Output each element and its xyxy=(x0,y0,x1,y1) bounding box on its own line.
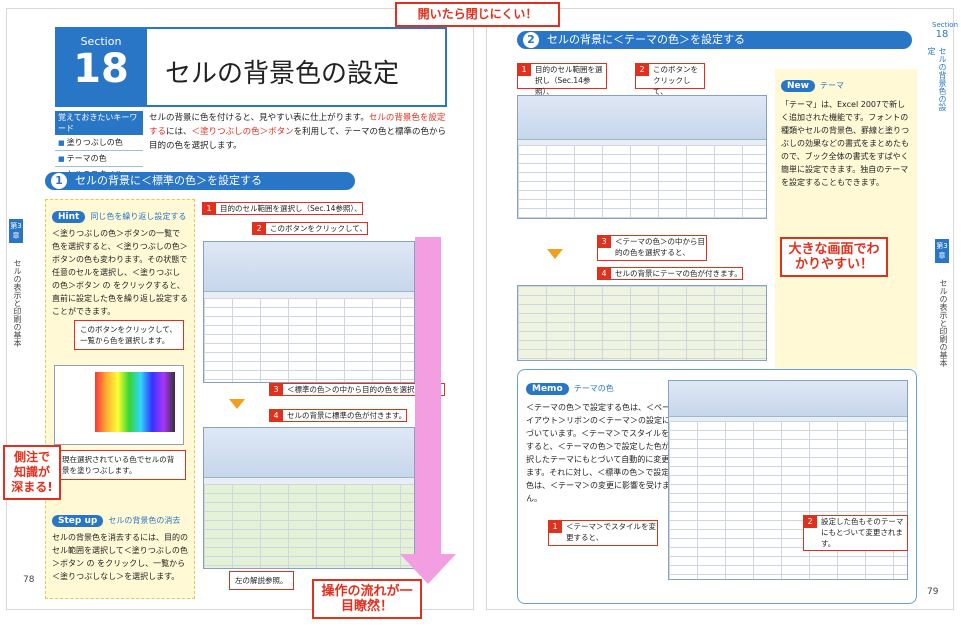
note-callout: 左の解説参照。 xyxy=(229,571,294,590)
section-number: 18 xyxy=(73,46,129,92)
heading-text: セルの背景に＜標準の色＞を設定する xyxy=(75,174,262,187)
step-text: 目的のセル範囲を選択し（Sec.14参照）、 xyxy=(220,204,362,213)
stepup-text: セルの背景色を消去するには、目的のセル範囲を選択して＜塗りつぶしの色＞ボタン の… xyxy=(52,533,188,581)
flow-arrow-icon xyxy=(229,399,245,409)
step-text: 目的のセル範囲を選択し（Sec.14参照）、 xyxy=(535,65,603,96)
step-callout: 2 設定した色もそのテーマにもとづいて変更されます。 xyxy=(803,515,908,551)
chapter-side-text: セルの表示と印刷の基本 xyxy=(13,259,22,347)
step-text: 設定した色もそのテーマにもとづいて変更されます。 xyxy=(821,517,904,548)
step-text: このボタンをクリックして、 xyxy=(653,65,698,96)
memo-panel: Memo テーマの色 ＜テーマの色＞で設定する色は、＜ページレイアウト＞リボンの… xyxy=(517,369,917,604)
chapter-side-text: セルの表示と印刷の基本 xyxy=(939,279,948,367)
side-section: Section 18 xyxy=(932,21,959,40)
step-callout: 2 このボタンをクリックして、 xyxy=(252,222,368,235)
new-text: 「テーマ」は、Excel 2007で新しく追加された機能です。フォントの種類やセ… xyxy=(781,100,910,187)
hint-panel: Hint 同じ色を繰り返し設定する ＜塗りつぶしの色＞ボタンの一覧で色を選択する… xyxy=(45,199,195,599)
step-text: ＜テーマの色＞の中から目的の色を選択すると、 xyxy=(615,237,705,257)
memo-text: ＜テーマの色＞で設定する色は、＜ページレイアウト＞リボンの＜テーマ＞の設定にもと… xyxy=(526,403,686,503)
heading-number: 1 xyxy=(51,173,67,189)
step-text: このボタンをクリックして、 xyxy=(270,224,367,233)
side-section-text: セルの背景色の設定 xyxy=(927,47,947,111)
left-page: Section 18 セルの背景色の設定 覚えておきたいキーワード 塗りつぶしの… xyxy=(3,8,474,619)
step-text: セルの背景に標準の色が付きます。 xyxy=(287,411,407,420)
excel-screenshot xyxy=(517,95,767,219)
top-banner: 開いたら閉じにくい！ xyxy=(395,2,560,27)
intro-part: には、 xyxy=(166,127,192,137)
stepup-title: セルの背景色の消去 xyxy=(108,516,181,525)
excel-screenshot xyxy=(203,241,415,383)
heading-text: セルの背景に＜テーマの色＞を設定する xyxy=(547,33,745,46)
heading-number: 2 xyxy=(523,32,539,48)
hint-callout: 現在選択されている色でセルの背景を塗りつぶします。 xyxy=(56,450,186,480)
stepup-badge: Step up xyxy=(52,515,104,527)
hint-callout: このボタンをクリックして、一覧から色を選択します。 xyxy=(74,320,184,350)
page-number: 78 xyxy=(23,575,35,585)
section-box: Section 18 xyxy=(55,27,147,107)
excel-screenshot xyxy=(203,427,415,569)
page-title: セルの背景色の設定 xyxy=(165,59,400,89)
new-badge: New xyxy=(781,80,815,92)
new-title: テーマ xyxy=(820,81,845,90)
memo-badge: Memo xyxy=(526,383,569,395)
step-callout: 4 セルの背景に標準の色が付きます。 xyxy=(269,409,408,422)
step-text: セルの背景にテーマの色が付きます。 xyxy=(615,269,742,278)
promo-side: 側注で知識が深まる! xyxy=(3,445,61,500)
keyword-head: 覚えておきたいキーワード xyxy=(55,111,143,135)
title-area: セルの背景色の設定 xyxy=(147,27,447,107)
hint-badge: Hint xyxy=(52,211,86,223)
keyword-item: テーマの色 xyxy=(55,151,143,167)
chapter-tab: 第3章 xyxy=(9,219,23,243)
promo-bottom: 操作の流れが一目瞭然！ xyxy=(312,579,422,619)
keyword-item: 塗りつぶしの色 xyxy=(55,135,143,151)
side-section-label: Section xyxy=(932,21,959,29)
section-label: Section xyxy=(80,35,122,48)
step-callout: 4 セルの背景にテーマの色が付きます。 xyxy=(597,267,743,280)
step-callout: 1 ＜テーマ＞でスタイルを変更すると、 xyxy=(548,520,658,546)
heading-bar: 1 セルの背景に＜標準の色＞を設定する xyxy=(45,172,355,190)
step-callout: 3 ＜テーマの色＞の中から目的の色を選択すると、 xyxy=(597,235,707,261)
palette-swatches xyxy=(95,372,175,432)
hint-title: 同じ色を繰り返し設定する xyxy=(90,212,187,221)
intro-highlight: ＜塗りつぶしの色＞ボタン xyxy=(191,127,294,137)
step-callout: 2 このボタンをクリックして、 xyxy=(635,63,705,96)
color-palette-image xyxy=(54,365,184,445)
right-page: 2 セルの背景に＜テーマの色＞を設定する Section 18 セルの背景色の設定… xyxy=(486,8,959,610)
new-panel: New テーマ 「テーマ」は、Excel 2007で新しく追加された機能です。フ… xyxy=(775,69,917,369)
page-number: 79 xyxy=(927,587,939,597)
step-callout: 1 目的のセル範囲を選択し（Sec.14参照）、 xyxy=(517,63,607,96)
promo-right: 大きな画面でわかりやすい！ xyxy=(780,237,888,277)
intro-text: セルの背景に色を付けると、見やすい表に仕上がります。セルの背景色を設定するには、… xyxy=(149,111,451,153)
flow-arrow-icon xyxy=(547,249,563,259)
excel-screenshot xyxy=(517,285,767,361)
flow-arrow-icon xyxy=(415,237,441,557)
heading-bar: 2 セルの背景に＜テーマの色＞を設定する xyxy=(517,31,912,49)
step-text: ＜テーマ＞でスタイルを変更すると、 xyxy=(566,522,656,542)
intro-part: セルの背景に色を付けると、見やすい表に仕上がります。 xyxy=(149,113,369,123)
hint-text: ＜塗りつぶしの色＞ボタンの一覧で色を選択すると、＜塗りつぶしの色＞ボタンの色も変… xyxy=(52,229,188,316)
step-callout: 1 目的のセル範囲を選択し（Sec.14参照）、 xyxy=(202,202,363,215)
side-section-number: 18 xyxy=(935,29,949,40)
memo-title: テーマの色 xyxy=(573,384,614,393)
chapter-tab: 第3章 xyxy=(935,239,949,263)
